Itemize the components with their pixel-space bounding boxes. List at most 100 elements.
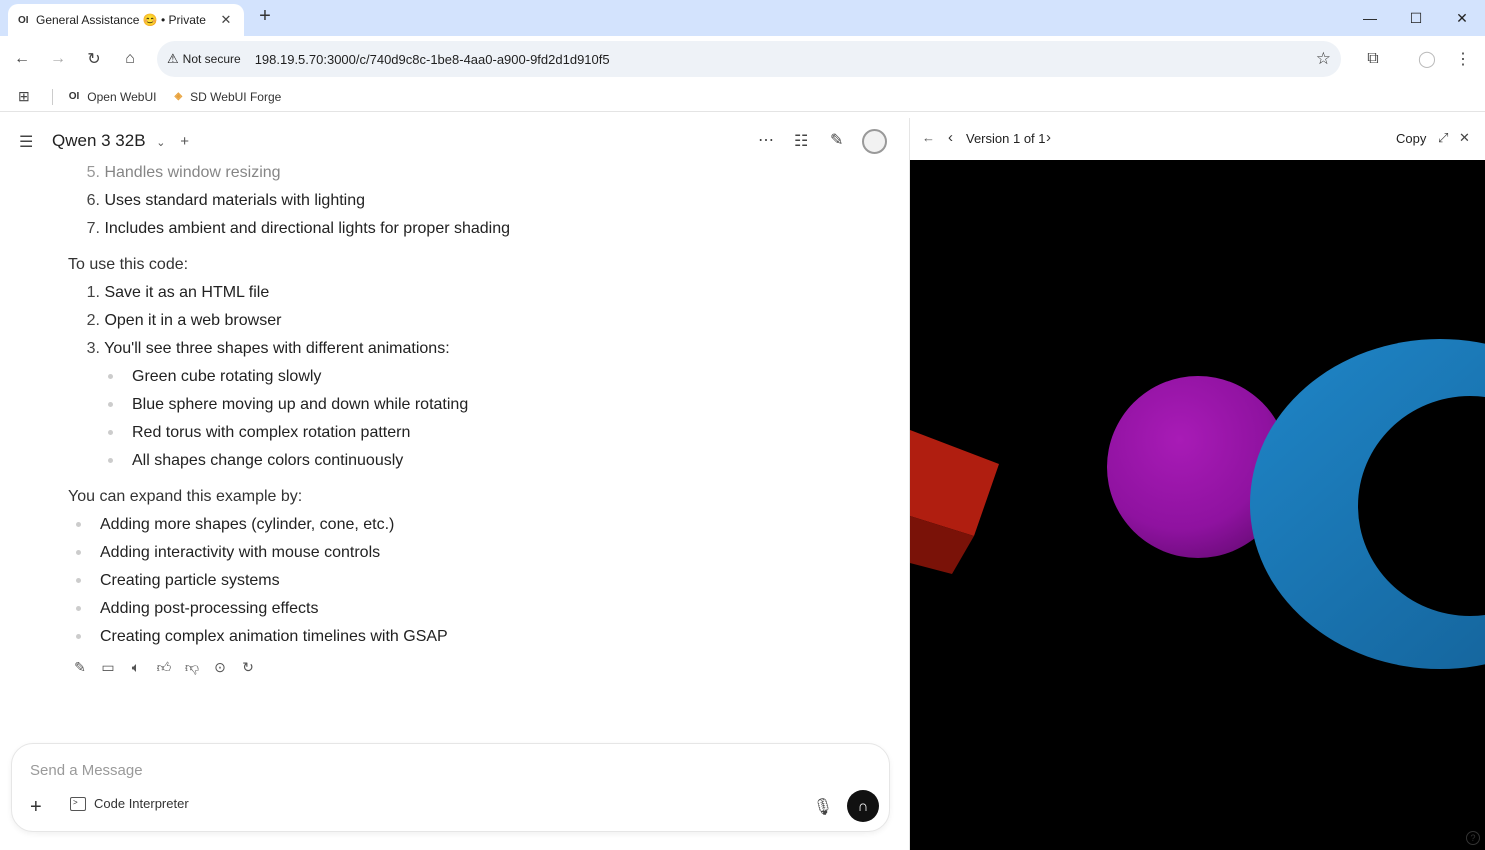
sub-list-item: Blue sphere moving up and down while rot… [108,391,468,419]
controls-sliders-icon[interactable]: ☷ [794,131,808,151]
list-item: 5. Handles window resizing [68,159,281,187]
list-text: Creating particle systems [100,572,280,589]
list-number: 2. [86,312,100,329]
sub-list-item: Green cube rotating slowly [108,363,321,391]
browser-toolbar: ← → ↻ ⌂ ⚠ Not secure 198.19.5.70:3000/c/… [0,36,1485,82]
code-interpreter-toggle[interactable]: > Code Interpreter [70,796,189,811]
more-options-icon[interactable]: ⋯ [758,130,774,150]
expand-heading: You can expand this example by: [68,488,303,505]
tab-strip: OI General Assistance 😊 • Private ✕ + — … [0,0,1485,36]
warning-icon: ⚠ [167,51,179,66]
new-tab-button[interactable]: + [254,6,276,28]
continue-play-icon[interactable]: ⊙ [212,659,228,675]
model-selector[interactable]: Qwen 3 32B ⌄ + [52,131,189,151]
forge-icon: ◈ [174,91,183,102]
next-version-icon[interactable]: › [1046,129,1051,146]
bookmark-sd-webui-forge[interactable]: ◈ SD WebUI Forge [174,90,281,104]
forward-icon[interactable]: → [45,46,71,72]
message-input-box[interactable]: Send a Message + > Code Interpreter 🎙︎ ∩ [11,743,890,832]
threejs-scene [910,339,1485,669]
bullet [108,458,113,464]
list-text: Creating complex animation timelines wit… [100,628,448,645]
thumbs-down-icon[interactable]: 👎︎ [184,659,200,675]
bullet [76,634,81,640]
maximize-button[interactable]: ☐ [1393,0,1439,36]
security-indicator[interactable]: ⚠ Not secure [167,51,241,67]
list-text: Includes ambient and directional lights … [104,220,511,237]
bookmark-star-icon[interactable]: ☆ [1316,49,1331,69]
regenerate-icon[interactable]: ↻ [240,659,256,675]
open-webui-icon: OI [68,91,80,102]
address-bar[interactable]: ⚠ Not secure 198.19.5.70:3000/c/740d9c8c… [157,41,1341,77]
read-aloud-speaker-icon[interactable]: 🔈︎ [128,659,144,675]
code-interpreter-label: Code Interpreter [94,796,189,811]
close-panel-icon[interactable]: ✕ [1459,130,1470,146]
list-number: 3. [86,340,100,357]
cube-front-face [910,430,999,536]
fullscreen-icon[interactable]: ⤢ [1438,130,1448,146]
edit-pencil-icon[interactable]: ✎ [72,659,88,675]
profile-icon[interactable]: ◯ [1414,46,1440,72]
browser-tab[interactable]: OI General Assistance 😊 • Private ✕ [8,4,244,36]
sidebar-toggle-icon[interactable]: ☰ [19,132,33,152]
bookmark-open-webui[interactable]: OI Open WebUI [69,90,157,104]
chevron-down-icon[interactable]: ⌄ [156,137,165,149]
list-item: Adding post-processing effects [76,595,319,623]
artifact-preview-canvas[interactable]: ? [910,160,1485,850]
model-name: Qwen 3 32B [52,131,146,150]
list-item: Creating particle systems [76,567,280,595]
headphones-icon: ∩ [857,797,869,815]
apps-grid-icon[interactable]: ⊞ [18,88,30,105]
sub-list-item: Red torus with complex rotation pattern [108,419,410,447]
copy-button[interactable]: Copy [1396,131,1426,146]
prev-version-icon[interactable]: ‹ [948,129,953,146]
url-text[interactable]: 198.19.5.70:3000/c/740d9c8c-1be8-4aa0-a9… [255,52,610,67]
list-number: 5. [86,164,100,181]
version-label: Version 1 of 1 [966,131,1046,146]
bullet [76,550,81,556]
bullet [108,374,113,380]
bookmark-label: Open WebUI [87,89,157,104]
new-chat-edit-icon[interactable]: ✎ [830,130,843,150]
message-actions: ✎ ▭ 🔈︎ 👍︎ 👎︎ ⊙ ↻ [72,659,256,675]
voice-call-button[interactable]: ∩ [847,790,879,822]
open-webui-app: ☰ Qwen 3 32B ⌄ + ⋯ ☷ ✎ 5. Handles window… [0,118,1485,850]
thumbs-up-icon[interactable]: 👍︎ [156,659,172,675]
help-icon[interactable]: ? [1466,831,1480,845]
list-text: Open it in a web browser [104,312,282,329]
list-text: Handles window resizing [104,164,281,181]
list-text: Adding more shapes (cylinder, cone, etc.… [100,516,395,533]
list-number: 6. [86,192,100,209]
bullet [108,402,113,408]
window-close-button[interactable]: ✕ [1439,0,1485,36]
bullet [76,578,81,584]
minimize-button[interactable]: — [1347,0,1393,36]
message-input[interactable]: Send a Message [30,762,143,779]
add-attachment-icon[interactable]: + [30,796,42,819]
user-avatar[interactable] [862,129,887,154]
back-arrow-icon[interactable]: ← [922,130,935,145]
list-text: Green cube rotating slowly [132,368,322,385]
microphone-icon[interactable]: 🎙︎ [813,797,833,817]
bullet [108,430,113,436]
copy-clipboard-icon[interactable]: ▭ [100,659,116,675]
list-text: Red torus with complex rotation pattern [132,424,411,441]
list-item: Creating complex animation timelines wit… [76,623,448,651]
chat-navbar: ☰ Qwen 3 32B ⌄ + ⋯ ☷ ✎ [0,118,909,164]
tab-title: General Assistance 😊 • Private [36,13,206,27]
browser-menu-icon[interactable]: ⋮ [1450,46,1476,72]
tab-favicon: OI [18,14,29,26]
search-tabs-icon[interactable]: ⧉ [1360,46,1386,72]
reload-icon[interactable]: ↻ [81,46,107,72]
list-number: 1. [86,284,100,301]
home-icon[interactable]: ⌂ [117,46,143,72]
list-item: 2. Open it in a web browser [68,307,282,335]
terminal-icon: > [70,796,86,811]
back-icon[interactable]: ← [9,46,35,72]
tab-close-icon[interactable]: ✕ [218,12,234,28]
add-model-icon[interactable]: + [180,133,189,150]
list-text: Uses standard materials with lighting [104,192,366,209]
list-number: 7. [86,220,100,237]
chat-pane: ☰ Qwen 3 32B ⌄ + ⋯ ☷ ✎ 5. Handles window… [0,118,909,850]
list-text: Adding post-processing effects [100,600,319,617]
